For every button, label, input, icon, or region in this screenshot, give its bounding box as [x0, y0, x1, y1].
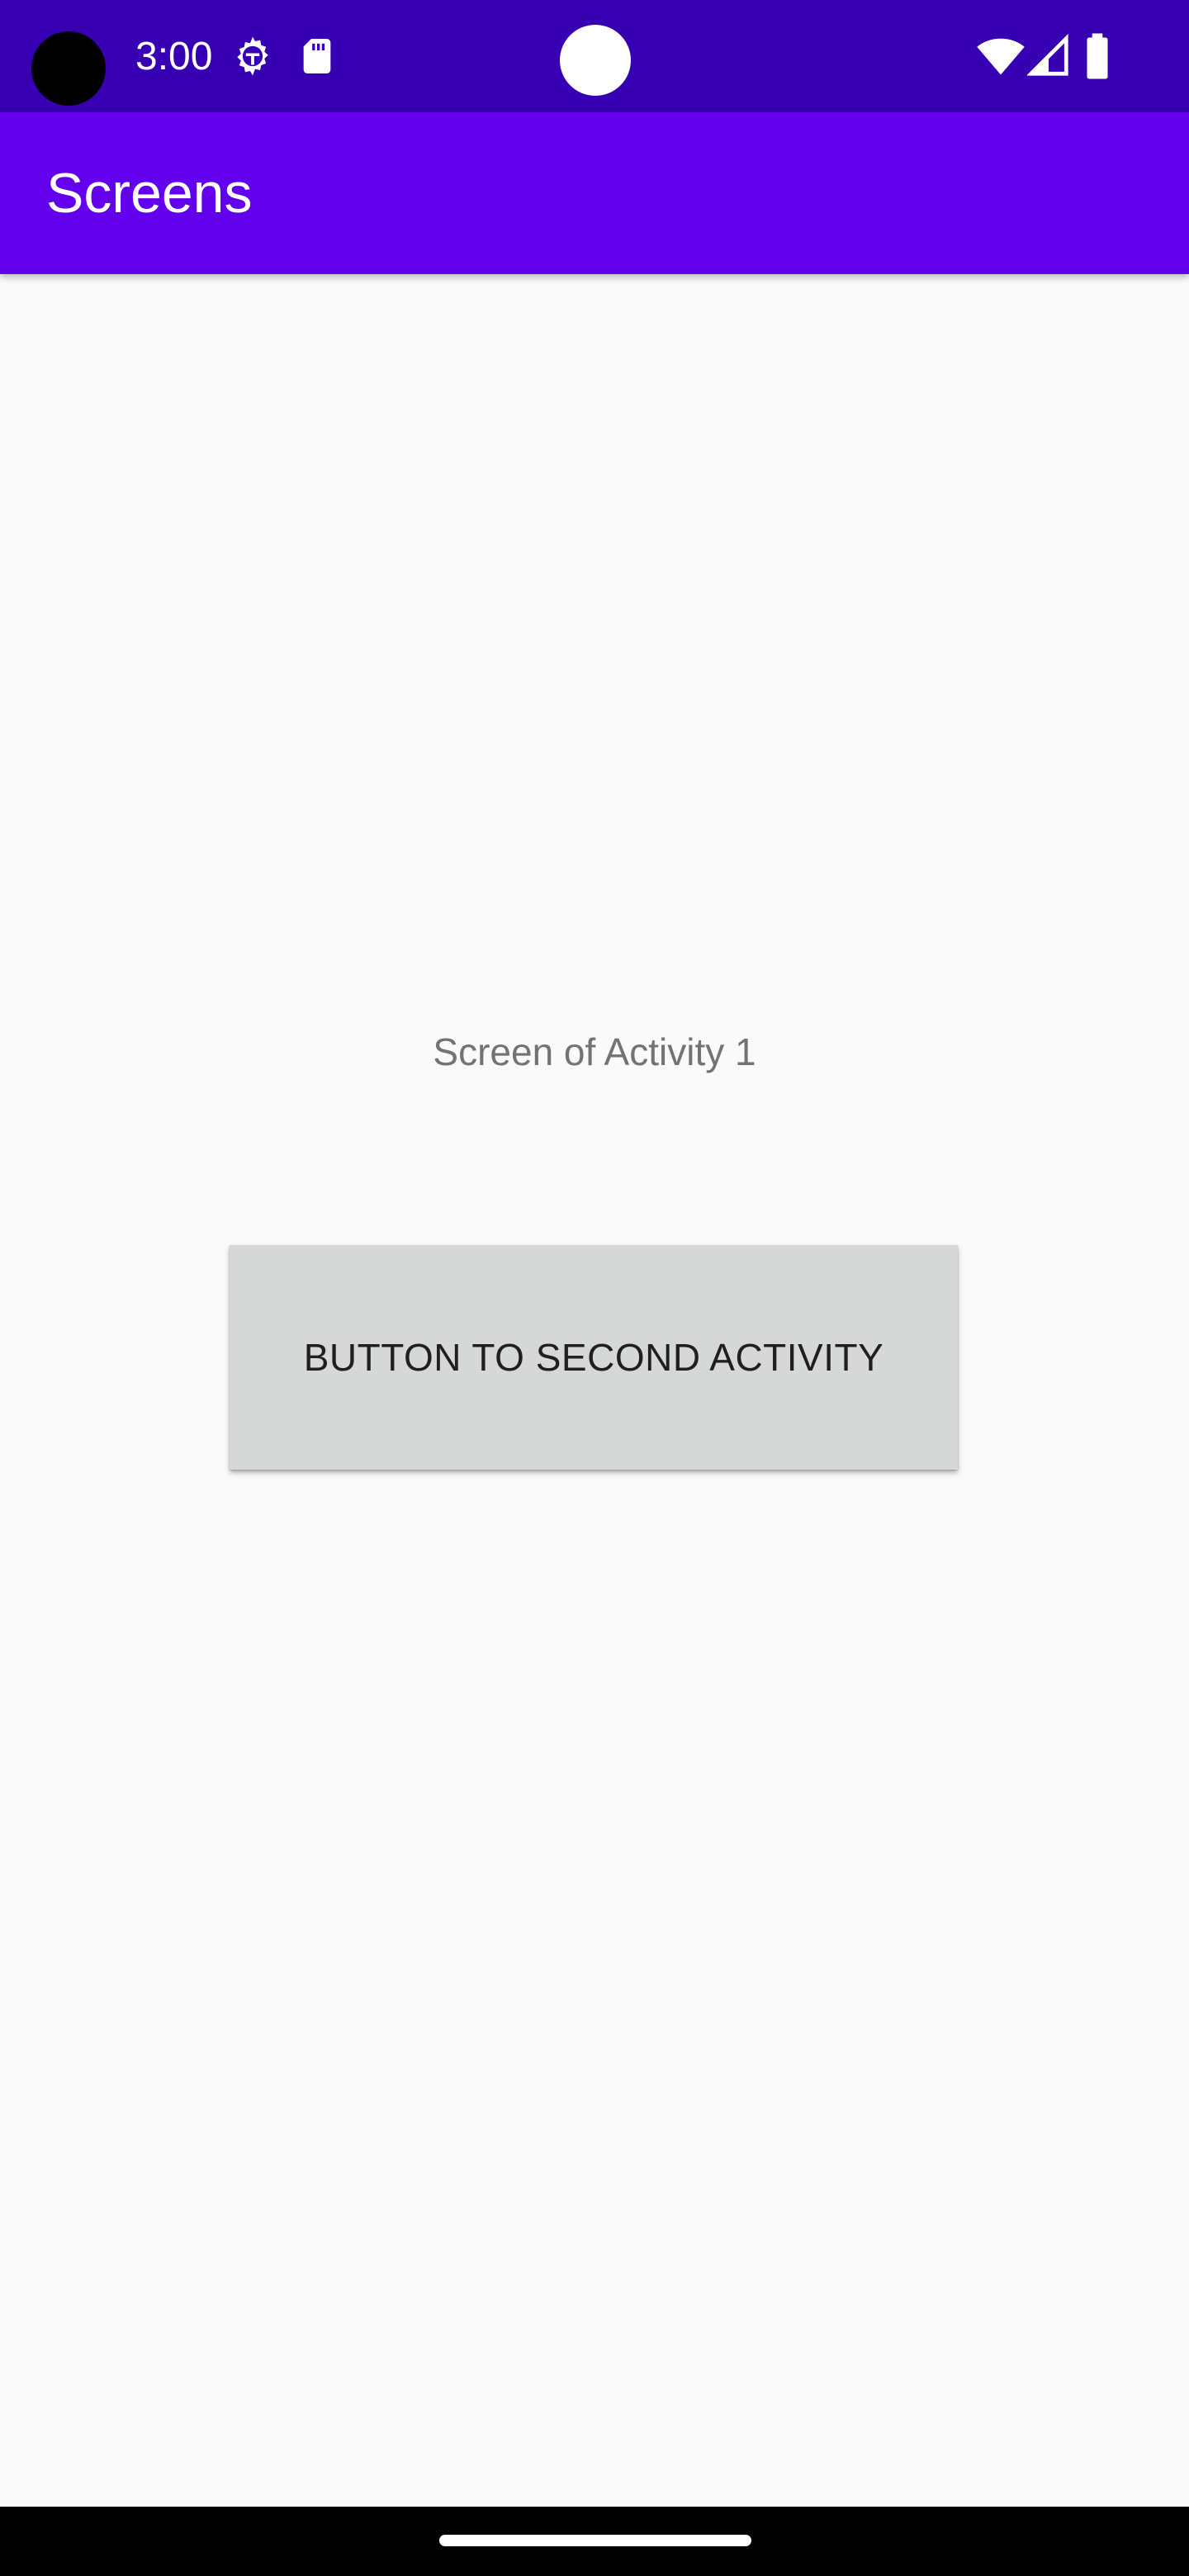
- status-time: 3:00: [135, 35, 213, 78]
- home-handle[interactable]: [439, 2535, 751, 2546]
- navigation-bar: [0, 2507, 1189, 2576]
- second-activity-button[interactable]: BUTTON TO SECOND ACTIVITY: [230, 1245, 958, 1470]
- camera-cutout: [31, 31, 106, 106]
- app-title: Screens: [46, 162, 253, 225]
- signal-icon: [1027, 31, 1070, 81]
- sdcard-icon: [294, 33, 340, 79]
- center-dot: [560, 25, 631, 96]
- wifi-icon: [976, 31, 1026, 81]
- phone-screen: 3:00 Screens Screen of Activity 1 BUTTON…: [0, 0, 1189, 2576]
- app-bar: Screens: [0, 112, 1189, 274]
- activity-label: Screen of Activity 1: [433, 1030, 756, 1073]
- gear-icon: [230, 33, 276, 79]
- status-bar: 3:00: [0, 0, 1189, 112]
- battery-icon: [1083, 31, 1111, 81]
